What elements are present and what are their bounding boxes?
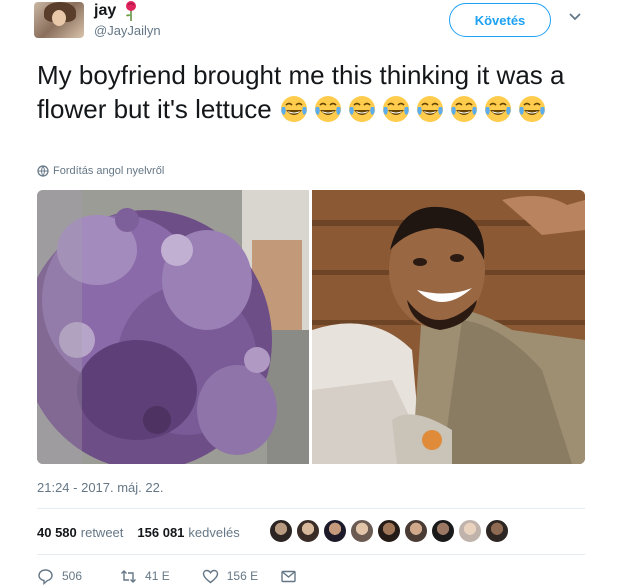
envelope-icon <box>281 570 296 582</box>
liker-avatar[interactable] <box>269 519 293 543</box>
reply-button[interactable]: 506 <box>37 568 82 585</box>
reply-icon <box>38 568 53 585</box>
follow-button[interactable]: Követés <box>449 3 551 37</box>
reply-count: 506 <box>62 569 83 583</box>
display-name[interactable]: jay <box>94 2 116 20</box>
liker-avatar[interactable] <box>323 519 347 543</box>
globe-icon <box>37 165 49 177</box>
chevron-down-icon[interactable] <box>568 12 582 22</box>
face-with-tears-of-joy-icon <box>280 96 307 122</box>
direct-message-button[interactable] <box>280 568 297 585</box>
retweet-icon <box>121 569 137 583</box>
face-with-tears-of-joy-icon <box>450 96 477 122</box>
liker-avatar[interactable] <box>377 519 401 543</box>
rose-icon <box>126 1 136 21</box>
tweet-actions: 506 41 E 156 E <box>37 566 297 586</box>
tweet-stats: 40 580 retweet 156 081 kedvelés <box>37 520 240 544</box>
liker-avatar[interactable] <box>296 519 320 543</box>
retweet-action-count: 41 E <box>145 569 170 583</box>
liker-avatar[interactable] <box>404 519 428 543</box>
face-with-tears-of-joy-icon <box>518 96 545 122</box>
tweet-header: jay @JayJailyn Követés <box>0 0 620 50</box>
emoji-row <box>279 94 551 124</box>
avatar[interactable] <box>34 2 84 38</box>
smiling-boyfriend-photo[interactable] <box>312 190 585 464</box>
like-label[interactable]: kedvelés <box>188 525 239 540</box>
retweet-count[interactable]: 40 580 <box>37 525 77 540</box>
retweet-button[interactable]: 41 E <box>120 568 170 585</box>
liker-avatar[interactable] <box>431 519 455 543</box>
user-handle[interactable]: @JayJailyn <box>94 23 161 38</box>
translate-link[interactable]: Fordítás angol nyelvről <box>37 165 164 177</box>
face-with-tears-of-joy-icon <box>416 96 443 122</box>
liker-avatar[interactable] <box>485 519 509 543</box>
translate-label: Fordítás angol nyelvről <box>53 165 165 177</box>
liker-avatar[interactable] <box>458 519 482 543</box>
tweet-timestamp[interactable]: 21:24 - 2017. máj. 22. <box>37 480 163 495</box>
tweet-text: My boyfriend brought me this thinking it… <box>37 58 597 126</box>
like-button[interactable]: 156 E <box>202 568 258 585</box>
heart-icon <box>202 569 218 583</box>
liker-avatars <box>269 519 509 543</box>
divider <box>37 554 585 555</box>
boyfriend-illustration <box>312 190 585 464</box>
tweet-media[interactable] <box>37 190 585 464</box>
face-with-tears-of-joy-icon <box>382 96 409 122</box>
purple-ornamental-cabbage-photo[interactable] <box>37 190 309 464</box>
liker-avatar[interactable] <box>350 519 374 543</box>
face-with-tears-of-joy-icon <box>314 96 341 122</box>
face-with-tears-of-joy-icon <box>484 96 511 122</box>
like-count[interactable]: 156 081 <box>137 525 184 540</box>
like-action-count: 156 E <box>226 569 259 583</box>
face-with-tears-of-joy-icon <box>348 96 375 122</box>
divider <box>37 508 585 509</box>
retweet-label[interactable]: retweet <box>81 525 124 540</box>
avatar-face <box>52 10 66 26</box>
cabbage-illustration <box>37 190 309 464</box>
